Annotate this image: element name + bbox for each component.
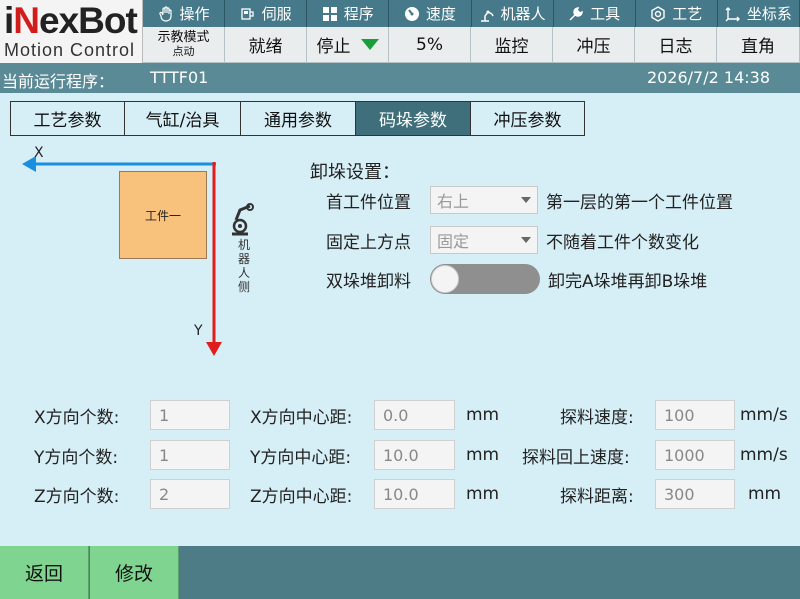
- status-bar: 示教模式 点动 就绪 停止 5% 监控 冲压 日志 直角: [143, 27, 800, 63]
- probe-speed-input[interactable]: 100: [655, 400, 735, 430]
- press-button[interactable]: 冲压: [553, 27, 635, 63]
- coordinate-button[interactable]: 直角: [717, 27, 800, 63]
- robot-arm-icon: [232, 203, 254, 236]
- unload-settings-title: 卸垛设置：: [310, 162, 400, 183]
- bottom-action-bar: 返回 修改: [0, 546, 800, 599]
- x-axis-label: X: [34, 145, 44, 161]
- robot-side-label: 机 器 人 侧: [237, 238, 250, 294]
- ready-status: 就绪: [225, 27, 307, 63]
- brand-wordmark: iNexBot: [4, 0, 138, 41]
- y-center-distance-input[interactable]: 10.0: [374, 440, 455, 470]
- double-stack-toggle[interactable]: [430, 264, 540, 294]
- workpiece-box: 工件一: [119, 171, 207, 259]
- tab-general-params[interactable]: 通用参数: [241, 102, 356, 135]
- wrench-icon: [569, 6, 583, 21]
- servo-icon: [241, 7, 254, 20]
- fixed-top-point-row: 固定上方点 固定 不随着工件个数变化: [326, 226, 699, 254]
- first-workpiece-position-select[interactable]: 右上: [430, 186, 538, 214]
- menu-operate[interactable]: 操作: [143, 0, 226, 27]
- parameter-tabs: 工艺参数 气缸/治具 通用参数 码垛参数 冲压参数: [10, 101, 585, 136]
- x-center-distance-input[interactable]: 0.0: [374, 400, 455, 430]
- x-count-input[interactable]: 1: [150, 400, 230, 430]
- z-param-row: Z方向个数: 2 Z方向中心距: 10.0 mm 探料距离: 300 mm: [0, 479, 800, 509]
- double-stack-row: 双垛堆卸料 卸完A垛堆再卸B垛堆: [326, 264, 707, 294]
- tab-press-params[interactable]: 冲压参数: [471, 102, 584, 135]
- tab-cylinder-fixture[interactable]: 气缸/治具: [125, 102, 241, 135]
- z-count-input[interactable]: 2: [150, 479, 230, 509]
- y-count-input[interactable]: 1: [150, 440, 230, 470]
- current-program-label: 当前运行程序：: [2, 72, 115, 91]
- y-axis-arrow: [206, 342, 222, 356]
- teach-mode-indicator[interactable]: 示教模式 点动: [143, 27, 225, 63]
- grid-icon: [322, 6, 337, 21]
- menu-program[interactable]: 程序: [307, 0, 390, 27]
- robot-arm-icon: [480, 10, 494, 22]
- pallet-diagram: X Y 工件一 机 器 人 侧: [0, 140, 280, 370]
- current-program-bar: 当前运行程序： TTTF01 2026/7/2 14:38: [0, 63, 800, 93]
- speed-indicator[interactable]: 5%: [389, 27, 471, 63]
- main-menu: 操作 伺服 程序 速度 机器人 工具 工艺 坐标系: [143, 0, 800, 27]
- toggle-knob: [431, 265, 459, 293]
- back-button[interactable]: 返回: [0, 546, 89, 599]
- chevron-down-icon: [521, 237, 531, 243]
- menu-speed[interactable]: 速度: [389, 0, 472, 27]
- monitor-button[interactable]: 监控: [471, 27, 553, 63]
- z-center-distance-input[interactable]: 10.0: [374, 479, 455, 509]
- menu-coordinate[interactable]: 坐标系: [717, 0, 800, 27]
- run-state-selector[interactable]: 停止: [307, 27, 389, 63]
- modify-button[interactable]: 修改: [90, 546, 179, 599]
- tab-process-params[interactable]: 工艺参数: [11, 102, 125, 135]
- fixed-top-point-select[interactable]: 固定: [430, 226, 538, 254]
- probe-return-speed-input[interactable]: 1000: [655, 440, 735, 470]
- y-axis-label: Y: [194, 323, 203, 339]
- probe-distance-input[interactable]: 300: [655, 479, 735, 509]
- menu-tool[interactable]: 工具: [553, 0, 636, 27]
- menu-robot[interactable]: 机器人: [471, 0, 554, 27]
- first-workpiece-row: 首工件位置 右上 第一层的第一个工件位置: [326, 186, 733, 214]
- current-program-name: TTTF01: [150, 68, 209, 87]
- x-param-row: X方向个数: 1 X方向中心距: 0.0 mm 探料速度: 100 mm/s: [0, 400, 800, 430]
- brand-logo: iNexBot Motion Control: [0, 0, 143, 63]
- axes-icon: [725, 6, 740, 21]
- gauge-icon: [404, 6, 419, 21]
- log-button[interactable]: 日志: [635, 27, 717, 63]
- chevron-down-icon: [521, 197, 531, 203]
- tab-palletizing-params[interactable]: 码垛参数: [356, 102, 471, 135]
- brand-subtitle: Motion Control: [4, 40, 136, 60]
- datetime: 2026/7/2 14:38: [646, 68, 770, 87]
- menu-process[interactable]: 工艺: [635, 0, 718, 27]
- menu-servo[interactable]: 伺服: [225, 0, 308, 27]
- triangle-down-icon: [360, 39, 379, 50]
- process-icon: [651, 5, 665, 22]
- hand-icon: [158, 5, 172, 22]
- y-param-row: Y方向个数: 1 Y方向中心距: 10.0 mm 探料回上速度: 1000 mm…: [0, 440, 800, 470]
